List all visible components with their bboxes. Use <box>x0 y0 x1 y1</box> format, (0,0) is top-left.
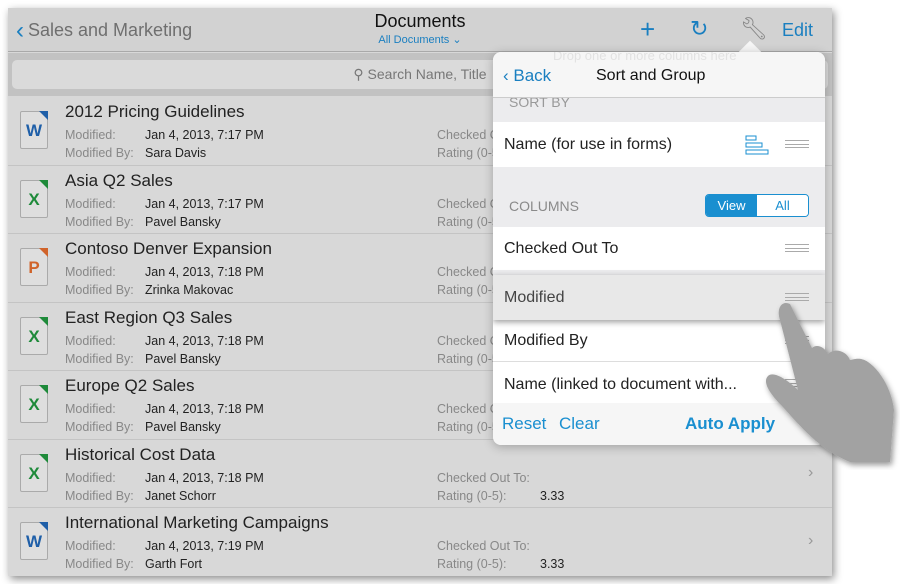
modified-by-label: Modified By: <box>65 283 134 297</box>
modified-by-label: Modified By: <box>65 146 134 160</box>
column-label: Modified <box>504 289 565 306</box>
modified-by-label: Modified By: <box>65 557 134 571</box>
modified-label: Modified: <box>65 470 116 485</box>
file-type-icon: W <box>20 111 48 149</box>
document-name: East Region Q3 Sales <box>65 307 233 327</box>
modified-by-label: Modified By: <box>65 420 134 434</box>
document-name: 2012 Pricing Guidelines <box>65 102 245 121</box>
plus-icon[interactable]: + <box>640 14 655 45</box>
document-row[interactable]: W International Marketing Campaigns Modi… <box>8 508 832 576</box>
edit-button[interactable]: Edit <box>782 20 813 41</box>
modified-label: Modified: <box>65 265 116 279</box>
modified-value: Jan 4, 2013, 7:17 PM <box>145 128 264 142</box>
column-item[interactable]: Checked Out To <box>493 227 825 270</box>
rating-label: Rating (0-5): <box>437 557 507 571</box>
document-name: Asia Q2 Sales <box>65 170 173 190</box>
modified-label: Modified: <box>65 128 116 142</box>
clear-button[interactable]: Clear <box>559 414 600 434</box>
modified-by-label: Modified By: <box>65 214 134 229</box>
checked-out-label: Checked Out To: <box>437 539 530 553</box>
reset-button[interactable]: Reset <box>502 414 546 434</box>
modified-value: Jan 4, 2013, 7:18 PM <box>145 333 264 348</box>
modified-by-value: Garth Fort <box>145 557 202 571</box>
rating-value: 3.33 <box>540 557 565 571</box>
file-type-icon: X <box>20 179 48 218</box>
modified-by-value: Sara Davis <box>145 146 207 160</box>
modified-by-value: Pavel Bansky <box>145 420 221 434</box>
file-type-icon: X <box>20 385 48 423</box>
rating-label: Rating (0-5): <box>437 488 507 503</box>
wrench-icon[interactable]: 🔧︎ <box>740 16 768 42</box>
file-type-icon: P <box>20 248 48 286</box>
chevron-right-icon: › <box>808 532 814 549</box>
modified-value: Jan 4, 2013, 7:18 PM <box>145 265 264 279</box>
modified-label: Modified: <box>65 539 116 553</box>
modified-value: Jan 4, 2013, 7:18 PM <box>145 470 264 485</box>
file-type-icon: X <box>20 453 48 492</box>
nav-bar: ‹ Sales and Marketing Documents All Docum… <box>8 8 832 52</box>
all-segment[interactable]: All <box>757 195 808 216</box>
search-icon: ⚲ <box>353 66 364 82</box>
file-type-icon: X <box>20 316 48 355</box>
modified-by-label: Modified By: <box>65 351 134 366</box>
document-name: Contoso Denver Expansion <box>65 239 272 258</box>
drag-handle-icon[interactable] <box>785 244 809 252</box>
modified-by-value: Janet Schorr <box>145 488 216 503</box>
file-type-icon: W <box>20 522 48 560</box>
drag-handle-icon[interactable] <box>785 140 809 148</box>
view-segment[interactable]: View <box>706 195 757 216</box>
chevron-down-icon: ⌄ <box>452 34 462 46</box>
column-label: Checked Out To <box>504 240 619 257</box>
columns-label: COLUMNS <box>509 198 580 214</box>
document-row[interactable]: X Historical Cost Data Modified: Jan 4, … <box>8 440 832 508</box>
document-name: International Marketing Campaigns <box>65 513 329 532</box>
rating-value: 3.33 <box>540 488 565 503</box>
modified-label: Modified: <box>65 333 116 348</box>
modified-by-value: Pavel Bansky <box>145 214 221 229</box>
popover-header: Drop one or more columns here ‹ Back Sor… <box>493 52 825 98</box>
modified-label: Modified: <box>65 402 116 416</box>
drop-hint: Drop one or more columns here <box>553 52 737 63</box>
popover-back-button[interactable]: ‹ Back <box>503 66 551 86</box>
document-name: Europe Q2 Sales <box>65 376 195 395</box>
modified-value: Jan 4, 2013, 7:18 PM <box>145 402 264 416</box>
modified-value: Jan 4, 2013, 7:19 PM <box>145 539 264 553</box>
document-name: Historical Cost Data <box>65 444 216 464</box>
sort-item-label: Name (for use in forms) <box>504 136 673 153</box>
hand-gesture-icon <box>765 302 894 462</box>
modified-label: Modified: <box>65 196 116 211</box>
column-label: Modified By <box>504 332 588 349</box>
refresh-icon[interactable]: ↻ <box>690 16 708 42</box>
chevron-left-icon: ‹ <box>503 66 514 85</box>
columns-segmented-control: View All <box>705 194 809 217</box>
checked-out-label: Checked Out To: <box>437 470 530 485</box>
search-placeholder: Search Name, Title <box>367 66 487 82</box>
view-label: All Documents <box>378 34 450 46</box>
column-label: Name (linked to document with... <box>504 376 737 393</box>
modified-by-label: Modified By: <box>65 488 134 503</box>
modified-value: Jan 4, 2013, 7:17 PM <box>145 196 264 211</box>
sort-ascending-icon[interactable] <box>745 135 769 155</box>
popover-title: Sort and Group <box>596 67 706 84</box>
modified-by-value: Pavel Bansky <box>145 351 221 366</box>
back-label: Back <box>513 66 552 85</box>
sort-item[interactable]: Name (for use in forms) <box>493 122 825 167</box>
modified-by-value: Zrinka Makovac <box>145 283 234 297</box>
